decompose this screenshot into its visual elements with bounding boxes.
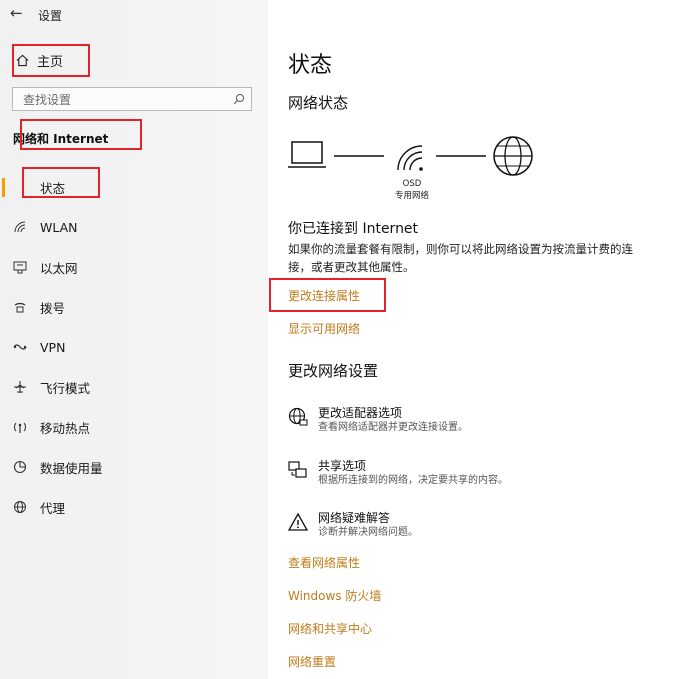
- sidebar-item-dialup[interactable]: 拨号: [0, 295, 260, 319]
- sidebar-item-label: 飞行模式: [40, 380, 91, 396]
- window-title: 设置: [38, 9, 63, 23]
- laptop-icon: [288, 141, 326, 168]
- highlight-box-home: [12, 44, 90, 77]
- view-network-properties-link[interactable]: 查看网络属性: [288, 554, 360, 571]
- sidebar-item-label: WLAN: [40, 219, 78, 235]
- sidebar-item-label: 数据使用量: [40, 460, 103, 476]
- back-arrow-icon[interactable]: ←: [10, 4, 23, 22]
- option-title: 更改适配器选项: [318, 406, 403, 420]
- sidebar-item-vpn[interactable]: VPN: [0, 335, 260, 359]
- vpn-icon: [0, 340, 40, 354]
- highlight-box-section: [20, 119, 142, 150]
- sharing-icon: [288, 458, 318, 480]
- hotspot-icon: [0, 420, 40, 434]
- page-title: 状态: [288, 53, 333, 78]
- dialup-icon: [0, 300, 40, 314]
- sharing-options[interactable]: 共享选项 根据所连接到的网络，决定要共享的内容。: [288, 458, 508, 488]
- connection-status-text: 你已连接到 Internet: [288, 221, 419, 237]
- highlight-box-status: [22, 167, 100, 198]
- airplane-icon: [0, 380, 40, 394]
- ethernet-icon: [0, 260, 40, 274]
- search-icon: [233, 93, 245, 105]
- sidebar-item-label: 移动热点: [40, 420, 91, 436]
- sidebar-item-proxy[interactable]: 代理: [0, 495, 260, 519]
- adapter-options[interactable]: 更改适配器选项 查看网络适配器并更改连接设置。: [288, 405, 468, 435]
- windows-firewall-link[interactable]: Windows 防火墙: [288, 587, 381, 604]
- main-content: 状态 网络状态 OSD 专用网络 你已连接到 Internet 如果你的流量套餐…: [268, 0, 692, 679]
- network-type: 专用网络: [394, 191, 429, 201]
- option-subtitle: 查看网络适配器并更改连接设置。: [318, 422, 468, 433]
- sidebar-item-ethernet[interactable]: 以太网: [0, 255, 260, 279]
- network-troubleshooter[interactable]: 网络疑难解答 诊断并解决网络问题。: [288, 510, 418, 540]
- internet-globe-icon: [493, 136, 533, 176]
- proxy-icon: [0, 500, 40, 514]
- sidebar-item-hotspot[interactable]: 移动热点: [0, 415, 260, 439]
- network-name: OSD: [402, 179, 422, 189]
- sidebar-item-label: 代理: [40, 500, 66, 516]
- sidebar: ← 设置 主页 查找设置 网络和 Internet 状态 WLAN 以太网 拨号…: [0, 0, 268, 679]
- sidebar-item-wlan[interactable]: WLAN: [0, 215, 260, 239]
- sidebar-item-label: 以太网: [40, 260, 78, 276]
- network-reset-link[interactable]: 网络重置: [288, 653, 336, 670]
- sidebar-item-data-usage[interactable]: 数据使用量: [0, 455, 260, 479]
- wifi-signal-icon: [397, 145, 423, 171]
- metered-description: 如果你的流量套餐有限制，则你可以将此网络设置为按流量计费的连接，或者更改其他属性…: [288, 242, 633, 274]
- sidebar-item-airplane[interactable]: 飞行模式: [0, 375, 260, 399]
- adapter-globe-icon: [288, 405, 318, 427]
- sidebar-item-label: 拨号: [40, 300, 66, 316]
- sidebar-item-label: VPN: [40, 339, 66, 355]
- network-diagram: OSD 专用网络: [288, 136, 558, 206]
- option-title: 共享选项: [318, 459, 367, 473]
- search-box[interactable]: 查找设置: [12, 87, 252, 111]
- option-subtitle: 诊断并解决网络问题。: [318, 527, 418, 538]
- option-title: 网络疑难解答: [318, 511, 391, 525]
- search-input[interactable]: 查找设置: [23, 91, 71, 108]
- data-usage-icon: [0, 460, 40, 474]
- show-available-networks-link[interactable]: 显示可用网络: [288, 320, 360, 337]
- change-network-settings-heading: 更改网络设置: [288, 362, 379, 380]
- network-status-heading: 网络状态: [288, 94, 349, 112]
- warning-icon: [288, 510, 318, 532]
- highlight-box-change-properties: [269, 278, 386, 312]
- option-subtitle: 根据所连接到的网络，决定要共享的内容。: [318, 475, 508, 486]
- network-sharing-center-link[interactable]: 网络和共享中心: [288, 620, 372, 637]
- wifi-icon: [0, 220, 40, 234]
